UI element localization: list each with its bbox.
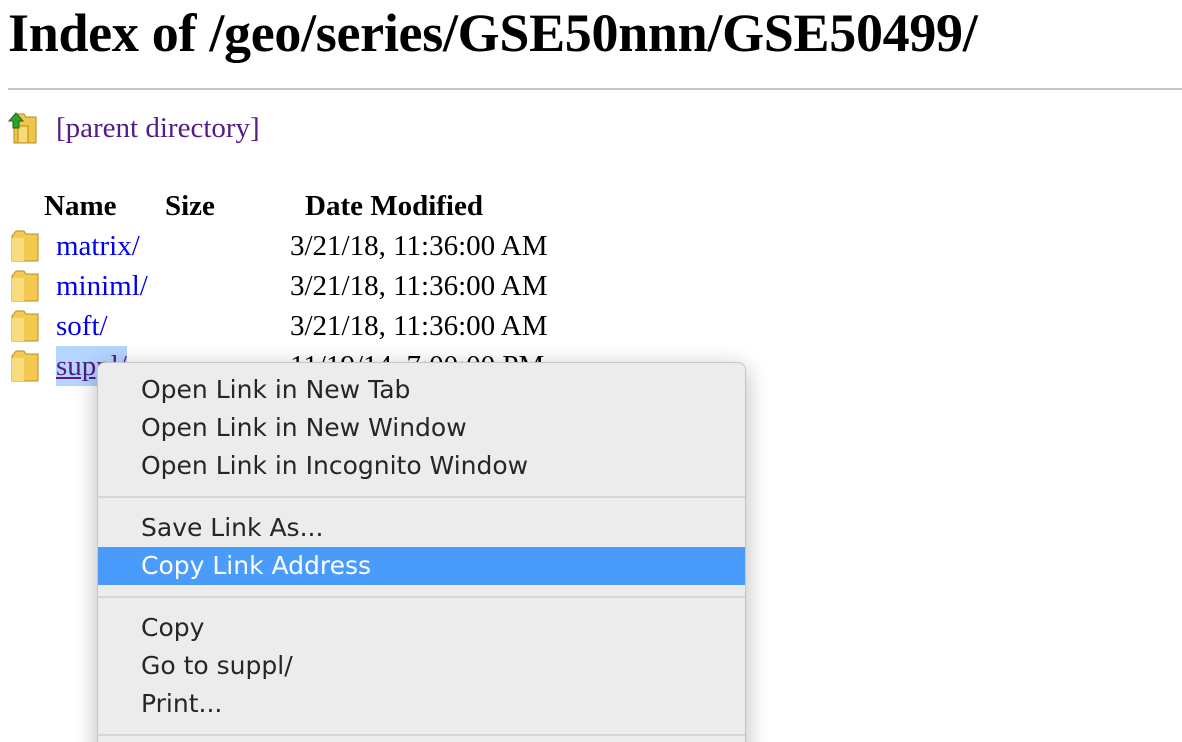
menu-item-open-new-window[interactable]: Open Link in New Window — [98, 409, 745, 447]
menu-item-open-incognito-window[interactable]: Open Link in Incognito Window — [98, 447, 745, 485]
menu-item-copy-link-address[interactable]: Copy Link Address — [98, 547, 745, 585]
folder-icon — [11, 270, 39, 302]
date-modified: 3/21/18, 11:36:00 AM — [290, 230, 548, 262]
column-header-name[interactable]: Name — [44, 186, 116, 226]
menu-item-print[interactable]: Print... — [98, 685, 745, 723]
folder-icon — [11, 350, 39, 382]
parent-directory-icon — [8, 112, 37, 144]
file-link-miniml[interactable]: miniml/ — [56, 266, 148, 306]
column-header-size[interactable]: Size — [165, 186, 215, 226]
menu-separator — [98, 734, 745, 736]
file-link-matrix[interactable]: matrix/ — [56, 226, 140, 266]
menu-item-go-to-suppl[interactable]: Go to suppl/ — [98, 647, 745, 685]
page-title: Index of /geo/series/GSE50nnn/GSE50499/ — [8, 3, 978, 63]
menu-item-copy[interactable]: Copy — [98, 609, 745, 647]
horizontal-rule — [8, 88, 1182, 90]
file-link-soft[interactable]: soft/ — [56, 306, 108, 346]
folder-icon — [11, 230, 39, 262]
folder-icon — [11, 310, 39, 342]
parent-directory-link[interactable]: [parent directory] — [56, 112, 260, 145]
menu-item-open-new-tab[interactable]: Open Link in New Tab — [98, 371, 745, 409]
menu-item-save-link-as[interactable]: Save Link As... — [98, 509, 745, 547]
date-modified: 3/21/18, 11:36:00 AM — [290, 310, 548, 342]
table-row: matrix/ 3/21/18, 11:36:00 AM — [10, 226, 610, 266]
column-header-date-modified[interactable]: Date Modified — [305, 186, 483, 226]
table-row: miniml/ 3/21/18, 11:36:00 AM — [10, 266, 610, 306]
date-modified: 3/21/18, 11:36:00 AM — [290, 270, 548, 302]
parent-directory-row: [parent directory] — [8, 108, 260, 148]
table-row: soft/ 3/21/18, 11:36:00 AM — [10, 306, 610, 346]
menu-separator — [98, 596, 745, 598]
context-menu: Open Link in New Tab Open Link in New Wi… — [97, 362, 746, 742]
menu-separator — [98, 496, 745, 498]
